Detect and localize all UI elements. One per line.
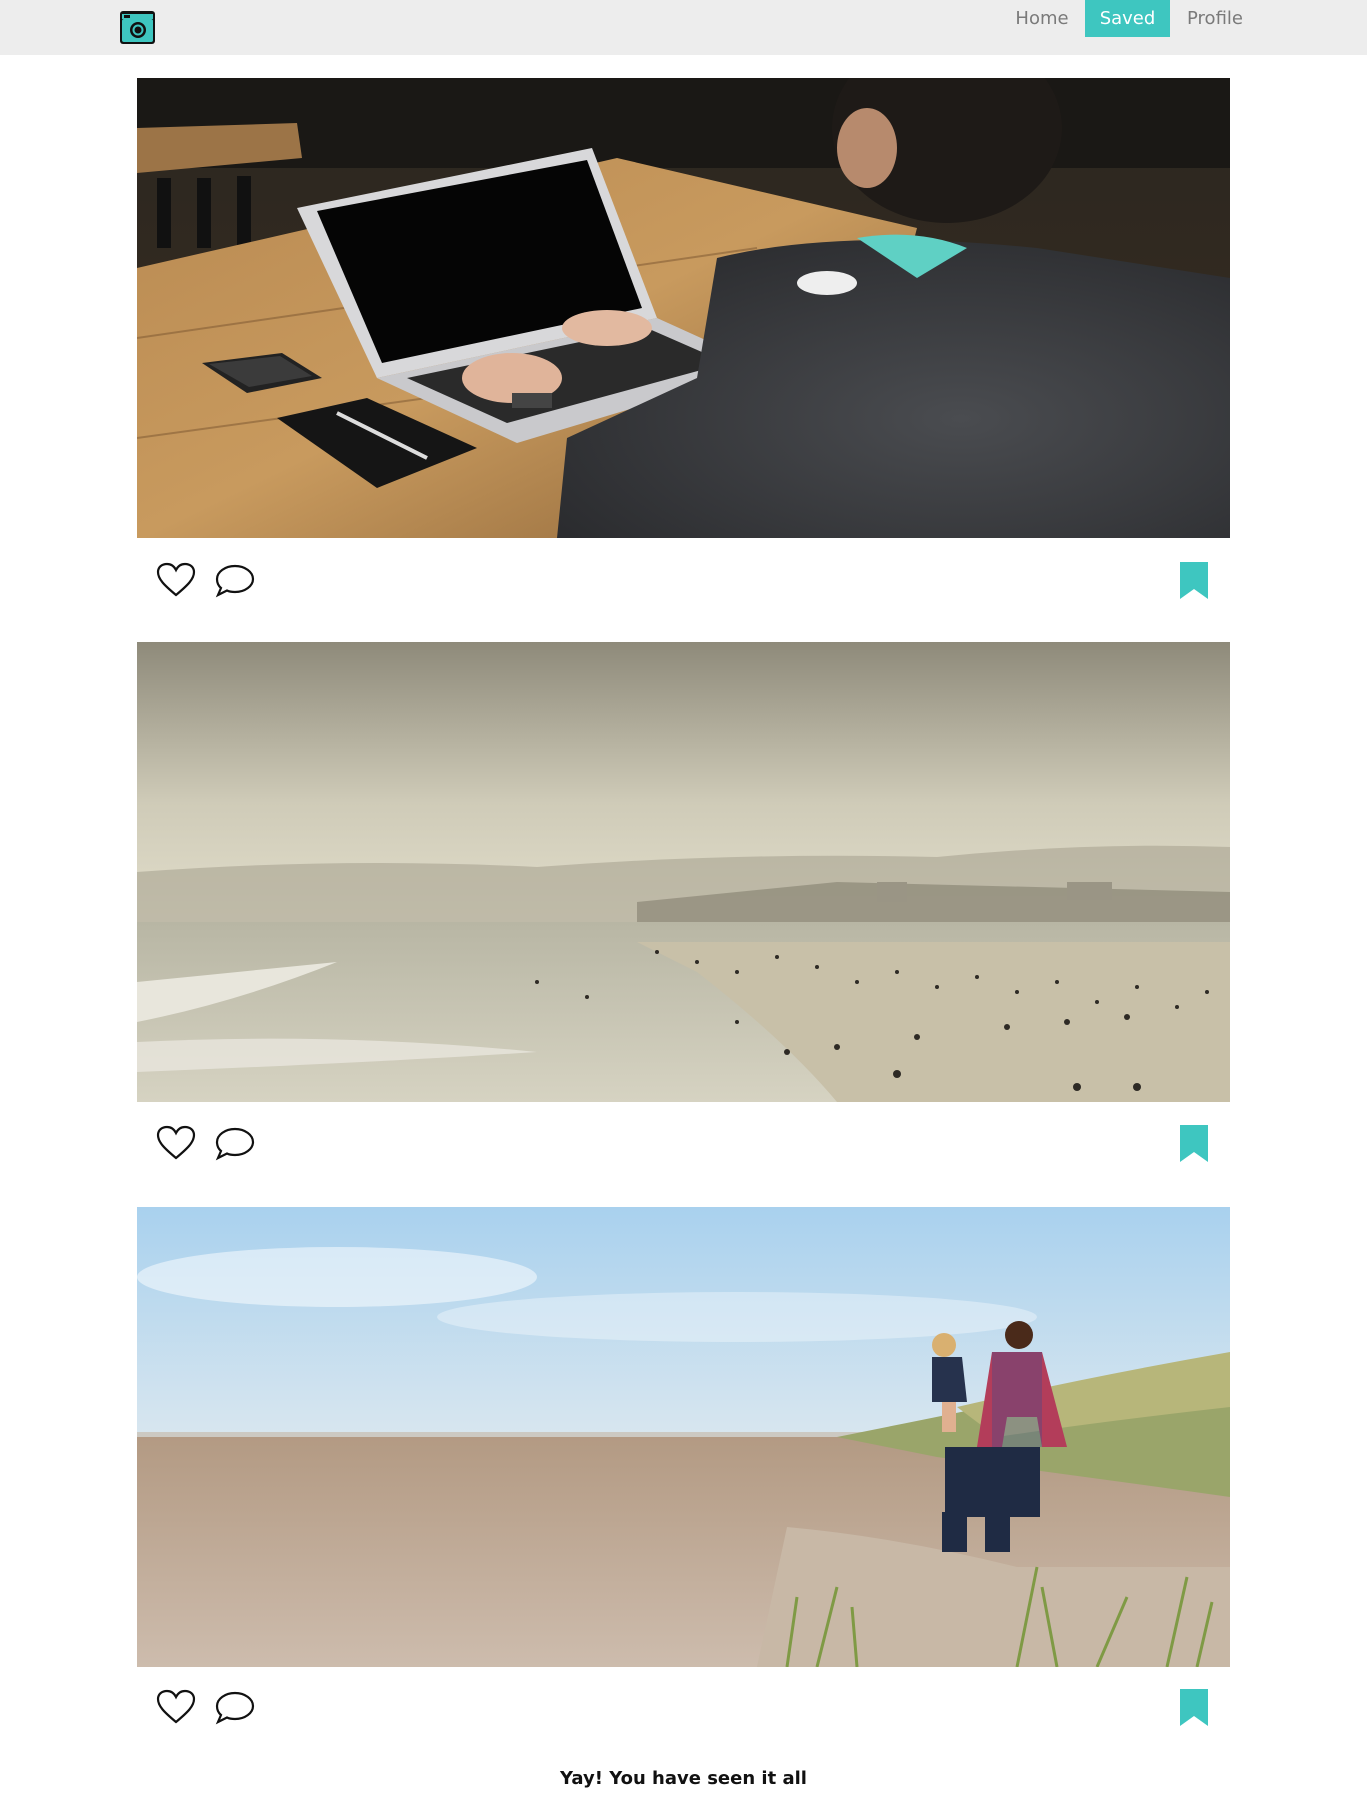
speech-bubble-icon[interactable] [215,1691,255,1725]
bookmark-icon[interactable] [1180,1125,1208,1162]
speech-bubble-icon[interactable] [215,564,255,598]
post-image-laptop[interactable] [137,78,1230,538]
heart-icon[interactable] [156,562,196,598]
camera-icon[interactable] [119,10,156,45]
heart-icon[interactable] [156,1125,196,1161]
bookmark-icon[interactable] [1180,1689,1208,1726]
bookmark-icon[interactable] [1180,562,1208,599]
nav-profile[interactable]: Profile [1178,0,1252,37]
post-actions [137,1113,1230,1173]
post-image-father-child[interactable] [137,1207,1230,1667]
post-image-beach[interactable] [137,642,1230,1102]
post-actions [137,550,1230,610]
navbar: Home Saved Profile [0,0,1367,55]
nav-saved[interactable]: Saved [1085,0,1170,37]
speech-bubble-icon[interactable] [215,1127,255,1161]
post-actions [137,1677,1230,1737]
heart-icon[interactable] [156,1689,196,1725]
nav-home[interactable]: Home [1005,0,1079,37]
end-of-feed-message: Yay! You have seen it all [560,1768,807,1789]
